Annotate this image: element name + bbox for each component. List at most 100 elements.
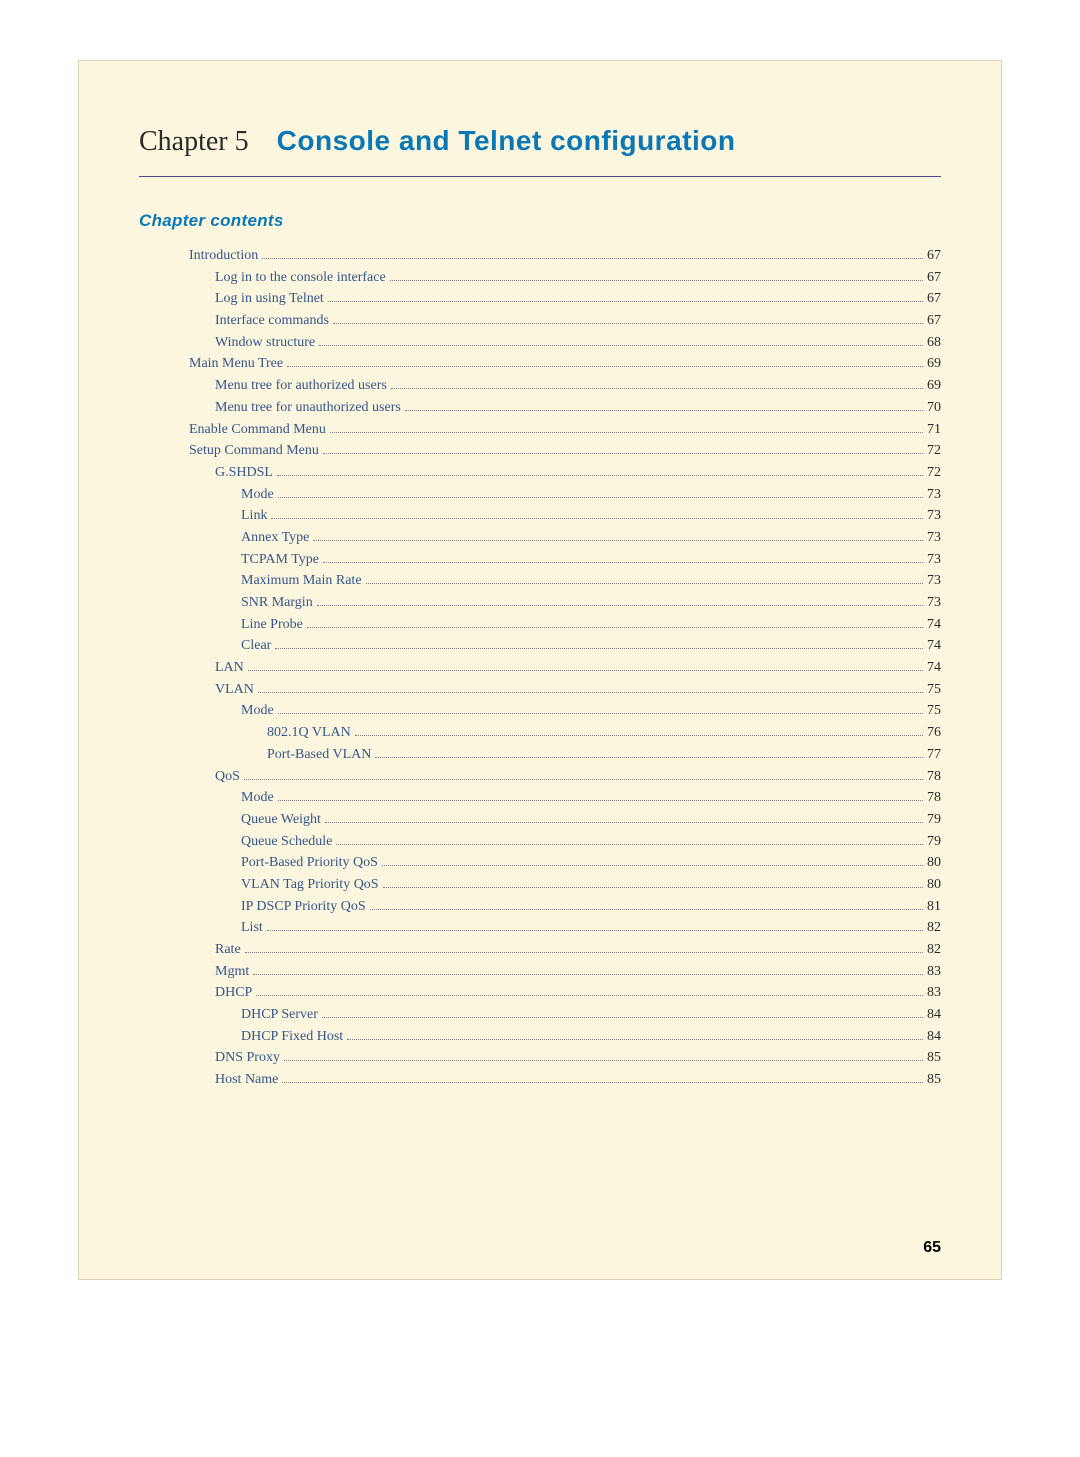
toc-entry[interactable]: Log in using Telnet 67 (139, 288, 941, 310)
toc-entry[interactable]: Interface commands 67 (139, 310, 941, 332)
toc-entry-page: 73 (927, 592, 941, 614)
toc-leader-dots (325, 822, 923, 823)
toc-entry[interactable]: IP DSCP Priority QoS81 (139, 896, 941, 918)
toc-entry[interactable]: Maximum Main Rate73 (139, 570, 941, 592)
toc-entry[interactable]: DNS Proxy85 (139, 1047, 941, 1069)
toc-entry[interactable]: TCPAM Type73 (139, 549, 941, 571)
toc-entry-page: 83 (927, 961, 941, 983)
toc-entry[interactable]: Window structure68 (139, 332, 941, 354)
toc-entry[interactable]: Annex Type 73 (139, 527, 941, 549)
toc-entry[interactable]: Queue Weight79 (139, 809, 941, 831)
toc-entry[interactable]: Mgmt 83 (139, 961, 941, 983)
toc-entry-label: Queue Weight (241, 809, 321, 831)
toc-entry-page: 73 (927, 505, 941, 527)
toc-leader-dots (278, 497, 923, 498)
toc-entry-label: Queue Schedule (241, 831, 332, 853)
toc-entry-label: Mode (241, 787, 274, 809)
toc-entry[interactable]: Host Name85 (139, 1069, 941, 1091)
toc-entry[interactable]: Enable Command Menu71 (139, 419, 941, 441)
toc-entry-page: 70 (927, 397, 941, 419)
toc-entry-label: Main Menu Tree (189, 353, 283, 375)
toc-entry-page: 73 (927, 549, 941, 571)
toc-entry-page: 73 (927, 527, 941, 549)
toc-leader-dots (347, 1039, 923, 1040)
toc-entry[interactable]: VLAN75 (139, 679, 941, 701)
toc-entry[interactable]: Port-Based Priority QoS80 (139, 852, 941, 874)
toc-entry[interactable]: Mode73 (139, 484, 941, 506)
toc-entry-label: Clear (241, 635, 271, 657)
toc-entry-label: SNR Margin (241, 592, 313, 614)
table-of-contents: Introduction67Log in to the console inte… (139, 245, 941, 1091)
toc-entry-label: List (241, 917, 263, 939)
toc-leader-dots (330, 432, 923, 433)
toc-entry[interactable]: DHCP Fixed Host84 (139, 1026, 941, 1048)
toc-entry[interactable]: Log in to the console interface67 (139, 267, 941, 289)
toc-entry-label: Menu tree for unauthorized users (215, 397, 401, 419)
toc-entry-page: 67 (927, 288, 941, 310)
toc-leader-dots (244, 779, 923, 780)
toc-entry[interactable]: List 82 (139, 917, 941, 939)
toc-entry[interactable]: Port-Based VLAN77 (139, 744, 941, 766)
toc-leader-dots (253, 974, 923, 975)
toc-entry-page: 74 (927, 635, 941, 657)
toc-entry-page: 82 (927, 917, 941, 939)
toc-entry[interactable]: Link 73 (139, 505, 941, 527)
toc-entry[interactable]: 802.1Q VLAN76 (139, 722, 941, 744)
toc-entry-label: Log in to the console interface (215, 267, 386, 289)
toc-leader-dots (366, 583, 923, 584)
toc-leader-dots (333, 323, 923, 324)
toc-entry-page: 68 (927, 332, 941, 354)
toc-entry-page: 67 (927, 310, 941, 332)
toc-leader-dots (275, 648, 923, 649)
toc-entry-label: IP DSCP Priority QoS (241, 896, 366, 918)
toc-entry[interactable]: LAN74 (139, 657, 941, 679)
toc-entry-label: Menu tree for authorized users (215, 375, 387, 397)
page-number: 65 (923, 1239, 941, 1257)
toc-entry[interactable]: Introduction67 (139, 245, 941, 267)
toc-entry[interactable]: DHCP83 (139, 982, 941, 1004)
toc-leader-dots (391, 388, 923, 389)
toc-entry-label: Enable Command Menu (189, 419, 326, 441)
toc-entry-page: 74 (927, 657, 941, 679)
toc-entry-page: 75 (927, 679, 941, 701)
toc-entry[interactable]: QoS78 (139, 766, 941, 788)
toc-leader-dots (319, 345, 923, 346)
toc-entry[interactable]: DHCP Server84 (139, 1004, 941, 1026)
toc-entry-label: Mode (241, 700, 274, 722)
toc-leader-dots (375, 757, 923, 758)
toc-entry-label: Mgmt (215, 961, 249, 983)
toc-entry-label: 802.1Q VLAN (267, 722, 351, 744)
toc-entry[interactable]: Rate82 (139, 939, 941, 961)
toc-entry[interactable]: VLAN Tag Priority QoS80 (139, 874, 941, 896)
toc-entry-label: Link (241, 505, 267, 527)
toc-leader-dots (284, 1060, 923, 1061)
toc-leader-dots (258, 692, 923, 693)
toc-entry[interactable]: Menu tree for authorized users69 (139, 375, 941, 397)
toc-entry-label: G.SHDSL (215, 462, 273, 484)
toc-leader-dots (322, 1017, 923, 1018)
toc-leader-dots (262, 258, 923, 259)
toc-entry[interactable]: Setup Command Menu72 (139, 440, 941, 462)
toc-entry[interactable]: Mode78 (139, 787, 941, 809)
toc-entry[interactable]: Line Probe74 (139, 614, 941, 636)
toc-entry-label: Interface commands (215, 310, 329, 332)
toc-entry[interactable]: Queue Schedule79 (139, 831, 941, 853)
toc-entry-page: 73 (927, 484, 941, 506)
toc-entry[interactable]: Clear 74 (139, 635, 941, 657)
toc-entry-label: DNS Proxy (215, 1047, 280, 1069)
toc-entry-label: Maximum Main Rate (241, 570, 362, 592)
toc-entry[interactable]: Mode 75 (139, 700, 941, 722)
toc-leader-dots (248, 670, 923, 671)
toc-entry[interactable]: Menu tree for unauthorized users 70 (139, 397, 941, 419)
toc-entry-label: Annex Type (241, 527, 309, 549)
toc-entry-page: 83 (927, 982, 941, 1004)
toc-entry-label: VLAN Tag Priority QoS (241, 874, 379, 896)
document-page: Chapter 5 Console and Telnet configurati… (78, 60, 1002, 1280)
toc-entry[interactable]: SNR Margin 73 (139, 592, 941, 614)
toc-entry-label: Log in using Telnet (215, 288, 324, 310)
toc-entry[interactable]: G.SHDSL72 (139, 462, 941, 484)
toc-leader-dots (282, 1082, 923, 1083)
toc-entry[interactable]: Main Menu Tree69 (139, 353, 941, 375)
toc-entry-page: 75 (927, 700, 941, 722)
toc-entry-label: Port-Based Priority QoS (241, 852, 378, 874)
